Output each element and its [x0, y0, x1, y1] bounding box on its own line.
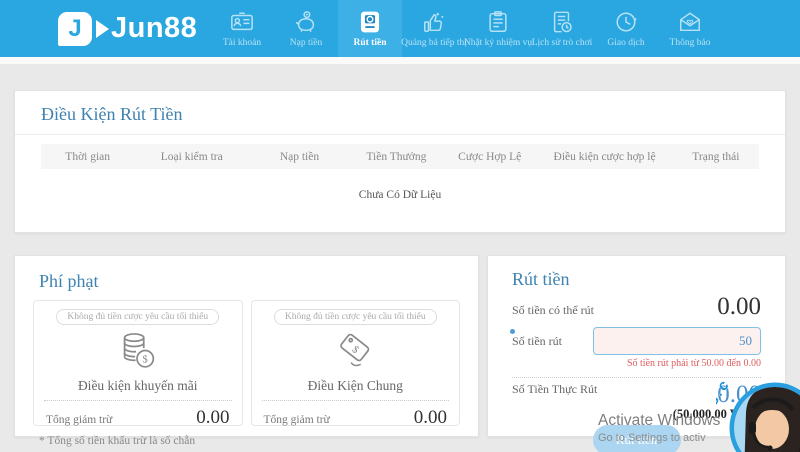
play-triangle-icon: [96, 20, 109, 38]
column-header: Loại kiểm tra: [134, 151, 249, 163]
tab-label: Nạp tiền: [290, 38, 322, 48]
jun88-logo[interactable]: J Jun88: [58, 12, 197, 46]
total-deduction-value: 0.00: [414, 407, 447, 429]
support-contact-avatar[interactable]: Jun88.c: [716, 372, 800, 452]
column-header: Trạng thái: [673, 151, 759, 163]
tab-label: Giao dịch: [607, 38, 644, 48]
tab-tai-khoan[interactable]: Tài khoản: [210, 0, 274, 57]
tab-label: Rút tiền: [354, 38, 387, 48]
promotion-condition-box: Không đủ tiền cược yêu cầu tối thiểu $ Đ…: [33, 300, 243, 426]
tab-label: Lịch sử trò chơi: [532, 38, 593, 48]
column-header: Thời gian: [41, 151, 134, 163]
actual-amount-label: Số Tiền Thực Rút: [512, 382, 597, 397]
header-divider: [0, 57, 800, 64]
penalty-box-label: Điều kiện khuyến mãi: [44, 378, 232, 394]
amount-range-hint: Số tiền rút phải từ 50.00 đến 0.00: [488, 358, 785, 369]
total-deduction-label: Tổng giảm trừ: [264, 414, 330, 426]
tab-lich-su-tro-choi[interactable]: Lịch sử trò chơi: [530, 0, 594, 57]
available-amount-label: Số tiền có thể rút: [512, 303, 594, 318]
tab-nap-tien[interactable]: Nạp tiền: [274, 0, 338, 57]
withdraw-amount-input[interactable]: [593, 327, 761, 355]
column-header: Cược Hợp Lệ: [443, 151, 536, 163]
general-condition-box: Không đủ tiền cược yêu cầu tối thiểu $ Đ…: [251, 300, 461, 426]
tab-label: Quảng bá tiếp thị: [401, 38, 467, 48]
conditions-title: Điều Kiện Rút Tiền: [15, 91, 785, 134]
available-amount-value: 0.00: [717, 293, 761, 321]
penalty-title: Phí phạt: [15, 256, 478, 298]
penalty-box-label: Điều Kiện Chung: [262, 378, 450, 394]
support-agent-image: [732, 385, 800, 452]
total-deduction-label: Tổng giảm trừ: [46, 414, 112, 426]
tab-label: Nhật ký nhiệm vụ: [464, 38, 532, 48]
avatar-watermark-text: Jun88.c: [716, 376, 734, 452]
empty-state-text: Chưa Có Dữ Liệu: [15, 189, 785, 201]
clock-icon: [614, 9, 638, 35]
penalty-badge: Không đủ tiền cược yêu cầu tối thiểu: [56, 309, 219, 325]
svg-text:Jun88.c: Jun88.c: [716, 376, 734, 452]
clipboard-icon: [486, 9, 510, 35]
id-card-icon: [230, 9, 254, 35]
required-marker: [510, 329, 515, 334]
activate-windows-watermark: Activate Windows Go to Settings to activ: [598, 412, 720, 444]
tab-nhat-ky-nhiem-vu[interactable]: Nhật ký nhiệm vụ: [466, 0, 530, 57]
divider: [15, 134, 785, 135]
coins-icon: $: [44, 328, 232, 376]
tab-thong-bao[interactable]: Thông báo: [658, 0, 722, 57]
tab-rut-tien[interactable]: Rút tiền: [338, 0, 402, 57]
tab-quang-ba-tiep-thi[interactable]: Quảng bá tiếp thị: [402, 0, 466, 57]
piggy-bank-icon: [294, 9, 318, 35]
column-header: Điều kiện cược hợp lệ: [536, 151, 672, 163]
document-clock-icon: [550, 9, 574, 35]
column-header: Nạp tiền: [249, 151, 350, 163]
tab-label: Thông báo: [670, 38, 711, 48]
atm-withdraw-icon: [358, 9, 382, 35]
top-nav: J Jun88 Tài khoản Nạp tiền Rút tiền: [0, 0, 800, 57]
withdraw-title: Rút tiền: [488, 256, 785, 293]
logo-text: Jun88: [111, 12, 197, 45]
nav-tabs: Tài khoản Nạp tiền Rút tiền Quảng bá tiế…: [210, 0, 722, 57]
total-deduction-value: 0.00: [196, 407, 229, 429]
jun88-logo-mark-icon: J: [58, 12, 92, 46]
withdraw-conditions-card: Điều Kiện Rút Tiền Thời gian Loại kiểm t…: [14, 90, 786, 233]
penalty-footnote: * Tổng số tiền khấu trừ là số chẵn: [39, 435, 454, 447]
conditions-table-header: Thời gian Loại kiểm tra Nạp tiền Tiền Th…: [41, 144, 759, 169]
price-tag-icon: $: [262, 328, 450, 376]
mail-icon: [678, 9, 702, 35]
penalty-card: Phí phạt Không đủ tiền cược yêu cầu tối …: [14, 255, 479, 437]
column-header: Tiền Thưởng: [350, 151, 443, 163]
withdraw-amount-label: Số tiền rút: [512, 334, 562, 349]
thumbs-up-icon: [422, 9, 446, 35]
svg-text:$: $: [142, 355, 147, 366]
penalty-badge: Không đủ tiền cược yêu cầu tối thiểu: [274, 309, 437, 325]
tab-giao-dich[interactable]: Giao dịch: [594, 0, 658, 57]
tab-label: Tài khoản: [223, 38, 261, 48]
